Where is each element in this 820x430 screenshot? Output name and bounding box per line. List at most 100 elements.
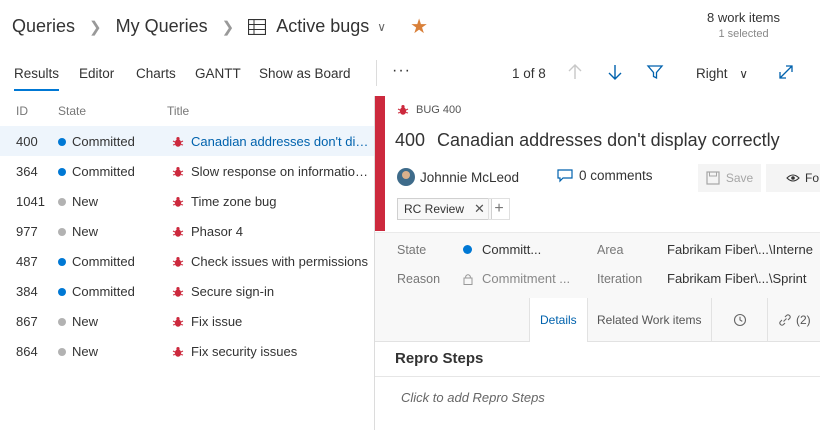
detail-tabs: Details Related Work items (2)	[375, 298, 820, 342]
lock-icon	[463, 273, 473, 285]
tab-links[interactable]: (2)	[767, 298, 820, 342]
tag-chip: RC Review ✕	[397, 198, 492, 220]
pane-position-label: Right	[696, 66, 728, 81]
tab-charts[interactable]: Charts	[136, 66, 176, 81]
table-row[interactable]: 867 New Fix issue	[0, 306, 374, 336]
work-item-title[interactable]: 400 Canadian addresses don't display corr…	[395, 130, 780, 151]
query-title[interactable]: Active bugs	[276, 16, 369, 37]
table-row[interactable]: 487 Committed Check issues with permission…	[0, 246, 374, 276]
assignee[interactable]: Johnnie McLeod	[397, 168, 519, 186]
work-item-counts: 8 work items 1 selected	[707, 10, 780, 40]
row-state-label: New	[72, 194, 99, 209]
bug-icon	[172, 226, 184, 237]
row-title-text: Slow response on information fo	[191, 164, 372, 179]
breadcrumb-queries[interactable]: Queries	[12, 16, 75, 37]
work-item-detail: BUG 400 400 Canadian addresses don't disp…	[375, 96, 820, 430]
work-item-title-text: Canadian addresses don't display correct…	[437, 130, 780, 150]
row-id: 400	[16, 134, 38, 149]
row-title[interactable]: Slow response on information fo	[172, 164, 372, 179]
column-header-state[interactable]: State	[58, 104, 86, 118]
header: Queries ❯ My Queries ❯ Active bugs ∨ ★ 8…	[0, 0, 820, 56]
tab-details[interactable]: Details	[529, 298, 588, 342]
work-item-type: BUG 400	[397, 104, 461, 116]
row-state-label: New	[72, 224, 99, 239]
iteration-field[interactable]: Fabrikam Fiber\...\Sprint	[667, 271, 806, 286]
comment-icon	[557, 168, 573, 182]
row-state-label: Committed	[72, 164, 135, 179]
plus-icon[interactable]: +	[488, 198, 510, 220]
star-icon[interactable]: ★	[410, 14, 428, 39]
grid-icon	[248, 18, 267, 35]
iteration-value: Fabrikam Fiber\...\Sprint	[667, 271, 807, 286]
tab-editor[interactable]: Editor	[79, 66, 114, 81]
chevron-down-icon: ∨	[739, 67, 749, 81]
tab-history[interactable]	[711, 298, 767, 342]
state-dot	[463, 245, 472, 254]
pane-position-dropdown[interactable]: Right ∨	[696, 66, 748, 81]
reason-value: Commitment ...	[482, 271, 571, 286]
table-row[interactable]: 864 New Fix security issues	[0, 336, 374, 366]
row-title-text: Fix issue	[191, 314, 243, 329]
row-title[interactable]: Time zone bug	[172, 194, 372, 209]
assignee-name: Johnnie McLeod	[420, 169, 520, 185]
table-row[interactable]: 364 Committed Slow response on information…	[0, 156, 374, 186]
avatar	[397, 168, 415, 186]
row-id: 864	[16, 344, 38, 359]
chevron-right-icon: ❯	[221, 18, 235, 36]
expand-icon[interactable]	[776, 62, 796, 82]
area-field[interactable]: Fabrikam Fiber\...\Interne	[667, 242, 813, 257]
row-title[interactable]: Phasor 4	[172, 224, 372, 239]
chevron-down-icon[interactable]: ∨	[377, 20, 386, 34]
state-dot	[58, 257, 66, 266]
save-label: Save	[725, 171, 754, 185]
toolbar: Results Editor Charts GANTT Show as Boar…	[0, 56, 820, 94]
area-label: Area	[597, 243, 624, 257]
history-icon	[733, 313, 746, 327]
breadcrumb-my-queries[interactable]: My Queries	[116, 16, 208, 37]
bug-icon	[172, 316, 184, 327]
row-title[interactable]: Canadian addresses don't dis...	[172, 134, 372, 149]
row-state: Committed	[58, 134, 135, 149]
tab-details-label: Details	[540, 313, 577, 327]
row-title[interactable]: Check issues with permissions	[172, 254, 372, 269]
row-title[interactable]: Secure sign-in	[172, 284, 372, 299]
arrow-down-icon[interactable]	[605, 62, 625, 82]
column-header-id[interactable]: ID	[16, 104, 28, 118]
comments-link[interactable]: 0 comments	[557, 168, 653, 183]
state-value: Committ...	[482, 242, 542, 257]
table-row[interactable]: 400 Committed Canadian addresses don't dis…	[0, 126, 374, 156]
tab-related-work-items[interactable]: Related Work items	[587, 298, 711, 342]
row-state: New	[58, 224, 98, 239]
filter-icon[interactable]	[645, 62, 665, 82]
more-options-button[interactable]: ···	[392, 62, 411, 80]
row-id: 977	[16, 224, 38, 239]
tag-label: RC Review	[404, 202, 465, 216]
repro-steps-input[interactable]: Click to add Repro Steps	[401, 390, 545, 405]
link-icon	[779, 314, 791, 326]
bug-icon	[172, 196, 184, 207]
close-icon[interactable]: ✕	[474, 201, 485, 217]
row-title-text: Phasor 4	[191, 224, 244, 239]
table-row[interactable]: 1041 New Time zone bug	[0, 186, 374, 216]
follow-button[interactable]: Fo	[766, 164, 820, 192]
tab-results[interactable]: Results	[14, 66, 60, 91]
column-header-title[interactable]: Title	[167, 104, 189, 118]
row-title[interactable]: Fix issue	[172, 314, 372, 329]
tab-show-as-board[interactable]: Show as Board	[259, 66, 351, 81]
tab-gantt[interactable]: GANTT	[195, 66, 241, 81]
save-button[interactable]: Save	[698, 164, 761, 192]
table-row[interactable]: 384 Committed Secure sign-in	[0, 276, 374, 306]
row-state-label: Committed	[72, 254, 135, 269]
arrow-up-icon[interactable]	[565, 62, 585, 82]
reason-field: Commitment ...	[463, 271, 570, 286]
row-state: New	[58, 344, 98, 359]
selected-count: 1 selected	[718, 28, 769, 40]
toolbar-divider	[376, 60, 377, 86]
bug-icon	[172, 286, 184, 297]
row-title[interactable]: Fix security issues	[172, 344, 372, 359]
table-row[interactable]: 977 New Phasor 4	[0, 216, 374, 246]
state-field[interactable]: Committ...	[463, 242, 541, 257]
work-item-type-color-bar	[375, 96, 385, 231]
row-state-label: New	[72, 314, 99, 329]
chevron-right-icon: ❯	[89, 18, 102, 36]
